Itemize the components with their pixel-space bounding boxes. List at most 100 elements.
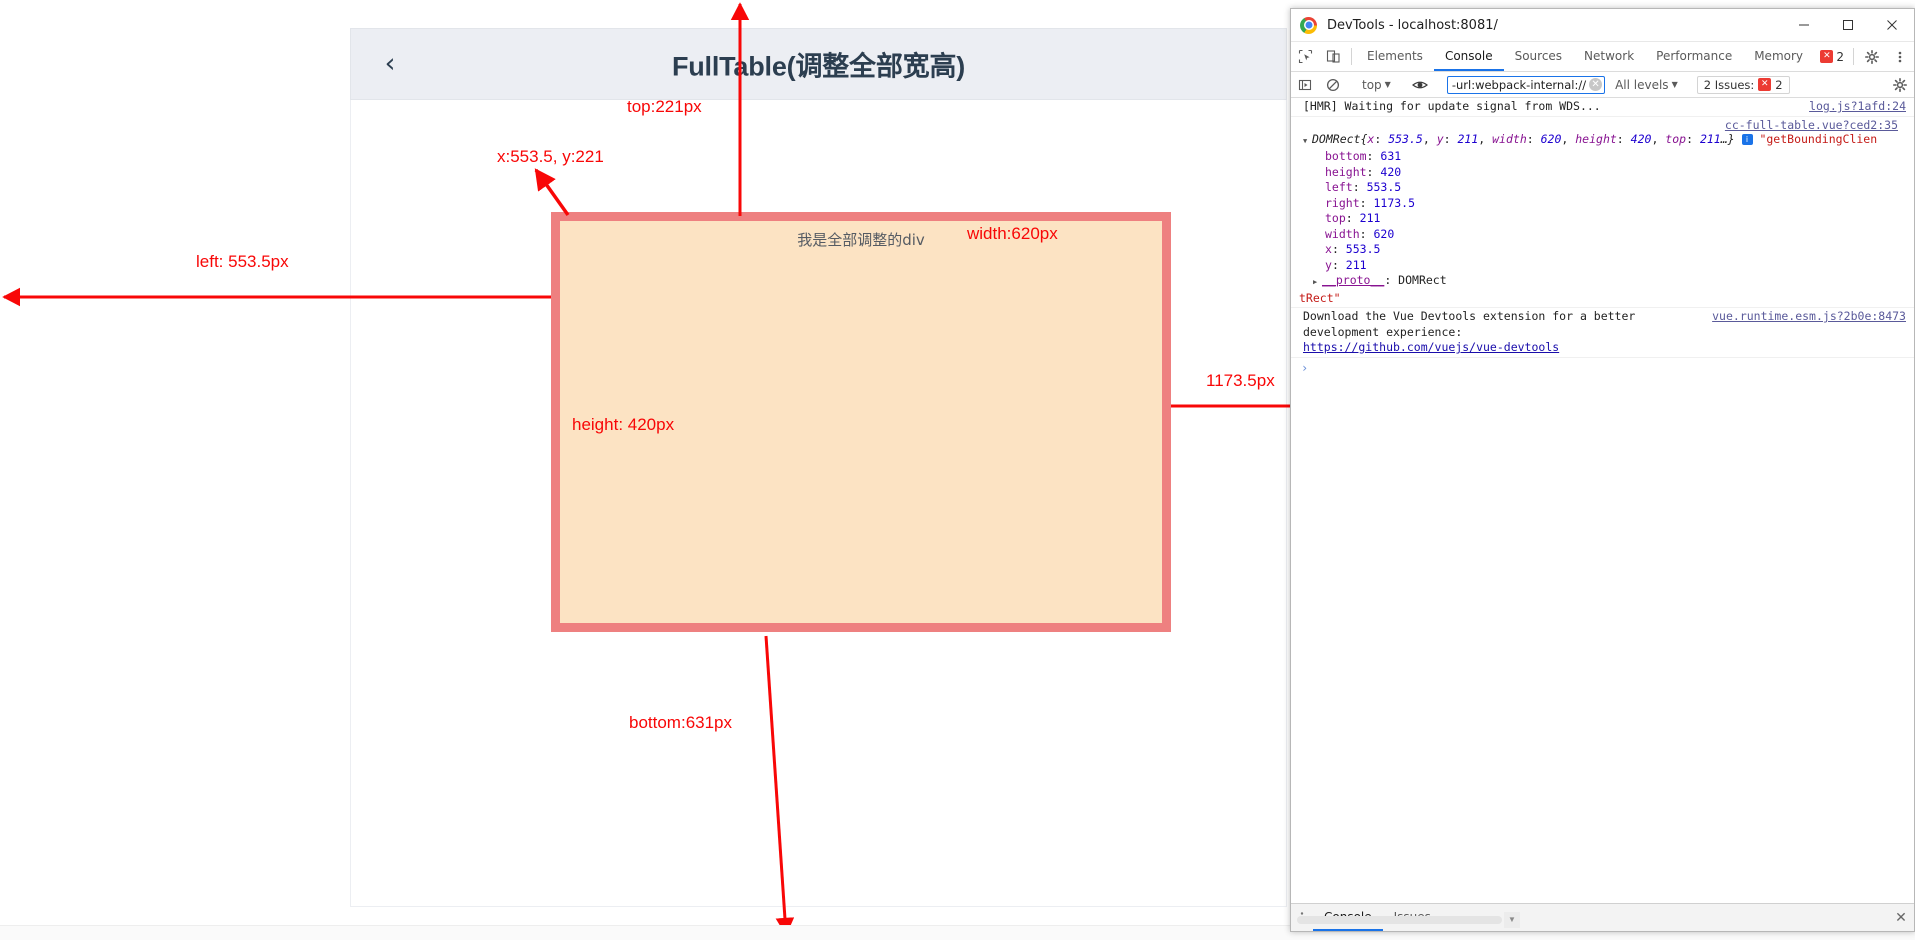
log-source-hmr[interactable]: log.js?1afd:24 [1809,99,1906,115]
preview-val-y: 211 [1457,131,1479,146]
proto-value: DOMRect [1398,273,1447,287]
execute-sidebar-icon[interactable] [1291,78,1319,92]
domrect-prop-x: x: 553.5 [1325,242,1381,256]
prop-val-y: 211 [1345,257,1367,272]
annotation-top: top:221px [627,97,702,116]
tab-elements[interactable]: Elements [1356,42,1434,71]
window-maximize-button[interactable] [1826,9,1870,41]
domrect-proto-line[interactable]: __proto__: DOMRect [1299,273,1906,291]
preview-key-y: y [1436,131,1444,146]
inspect-element-icon[interactable] [1291,42,1319,71]
page-hscroll-thumb[interactable] [1297,916,1502,924]
devtools-window: DevTools - localhost:8081/ Elements Cons… [1290,8,1915,932]
console-prompt[interactable]: › [1291,358,1914,378]
annotation-height: height: 420px [572,415,675,434]
execution-context-label: top [1362,77,1382,92]
prop-val-x: 553.5 [1345,242,1381,256]
more-vertical-icon[interactable] [1886,42,1914,71]
tab-performance[interactable]: Performance [1645,42,1743,71]
log-message-hmr: [HMR] Waiting for update signal from WDS… [1303,99,1601,113]
domrect-prop-right: right: 1173.5 [1325,195,1416,210]
domrect-type-name: DOMRect [1312,131,1361,146]
console-log-area[interactable]: [HMR] Waiting for update signal from WDS… [1291,98,1914,903]
toolbar-divider [1351,48,1352,65]
issues-count: 2 [1775,77,1783,92]
annotation-right: 1173.5px [1206,371,1275,390]
tab-sources[interactable]: Sources [1504,42,1573,71]
prop-val-top: 211 [1359,211,1381,225]
toolbar-divider-2 [1853,48,1854,65]
error-icon: ✕ [1820,50,1834,63]
prop-val-bottom: 631 [1380,149,1402,163]
proto-key: __proto__ [1322,273,1385,287]
vue-msg-line2: development experience: [1303,324,1463,339]
log-string-part2-line: tRect" [1299,291,1906,307]
execution-context-select[interactable]: top ▼ [1356,78,1397,92]
drawer-close-icon[interactable]: ✕ [1888,904,1914,931]
console-filter-input[interactable]: -url:webpack-internal:// ✕ [1446,75,1606,94]
domrect-ellipsis: …} [1720,131,1735,146]
vue-devtools-link[interactable]: https://github.com/vuejs/vue-devtools [1303,340,1559,354]
console-settings-icon[interactable] [1886,77,1914,92]
measured-div-label: 我是全部调整的div [797,231,925,249]
proto-expand-triangle-icon[interactable] [1313,273,1322,291]
devtools-window-title: DevTools - localhost:8081/ [1327,17,1498,33]
annotation-bottom: bottom:631px [629,713,733,732]
prop-val-width: 620 [1373,226,1395,241]
device-toolbar-icon[interactable] [1319,42,1347,71]
log-row-vue-devtools: vue.runtime.esm.js?2b0e:8473 Download th… [1291,308,1914,358]
window-minimize-button[interactable] [1782,9,1826,41]
domrect-header-line: DOMRect{x: 553.5, y: 211, width: 620, he… [1299,132,1906,150]
preview-key-top: top [1665,131,1687,146]
prop-key-right: right [1325,195,1360,210]
error-count-badge[interactable]: ✕ 2 [1815,42,1849,71]
expand-triangle-icon[interactable] [1303,132,1312,150]
error-count-label: 2 [1836,49,1844,64]
log-source-vue[interactable]: vue.runtime.esm.js?2b0e:8473 [1712,309,1906,325]
page-title: FullTable(调整全部宽高) [671,51,966,82]
annotation-left: left: 553.5px [196,252,289,271]
devtools-titlebar: DevTools - localhost:8081/ [1291,9,1914,42]
tab-memory[interactable]: Memory [1743,42,1814,71]
log-levels-select[interactable]: All levels ▼ [1609,78,1684,92]
gear-icon[interactable] [1858,42,1886,71]
page-header: ‹ FullTable(调整全部宽高) [350,28,1287,100]
domrect-prop-bottom: bottom: 631 [1325,149,1402,163]
chevron-down-icon: ▼ [1384,80,1391,89]
tab-console[interactable]: Console [1433,42,1504,71]
clear-filter-icon[interactable]: ✕ [1589,78,1603,91]
prop-key-bottom: bottom [1325,149,1367,163]
domrect-prop-width: width: 620 [1325,226,1395,241]
domrect-prop-y: y: 211 [1325,257,1367,272]
console-filter-bar: top ▼ -url:webpack-internal:// ✕ All lev… [1291,72,1914,98]
log-levels-label: All levels [1615,77,1669,92]
prop-key-x: x [1325,242,1332,256]
preview-val-width: 620 [1540,131,1562,146]
preview-val-height: 420 [1630,131,1652,146]
live-expression-icon[interactable] [1406,79,1434,91]
log-string-part1: "getBoundingClien [1759,131,1878,146]
domrect-prop-top: top: 211 [1325,211,1381,225]
page-hscroll-arrow-icon[interactable]: ▼ [1504,912,1520,928]
screenshot-root: ‹ FullTable(调整全部宽高) 我是全部调整的div top:221px… [0,0,1915,940]
info-icon: i [1741,133,1753,145]
log-row-hmr: [HMR] Waiting for update signal from WDS… [1291,98,1914,117]
console-filter-value: -url:webpack-internal:// [1451,77,1587,92]
issues-chip[interactable]: 2 Issues: ✕ 2 [1696,75,1790,94]
prop-val-height: 420 [1380,164,1402,179]
window-close-button[interactable] [1870,9,1914,41]
annotation-xy: x:553.5, y:221 [497,147,604,166]
prop-key-width: width [1325,226,1360,241]
prop-key-y: y [1325,257,1332,272]
prop-key-top: top [1325,211,1346,225]
prompt-caret-icon: › [1301,360,1309,375]
domrect-prop-left: left: 553.5 [1325,180,1402,194]
preview-val-top: 211 [1699,131,1721,146]
log-source-domrect[interactable]: cc-full-table.vue?ced2:35 [1299,118,1906,132]
log-row-domrect: cc-full-table.vue?ced2:35 DOMRect{x: 553… [1291,117,1914,308]
annotation-width: width:620px [967,224,1058,243]
clear-console-icon[interactable] [1319,78,1347,92]
chrome-logo-icon [1300,16,1317,34]
tab-network[interactable]: Network [1573,42,1645,71]
domrect-prop-height: height: 420 [1325,164,1402,179]
